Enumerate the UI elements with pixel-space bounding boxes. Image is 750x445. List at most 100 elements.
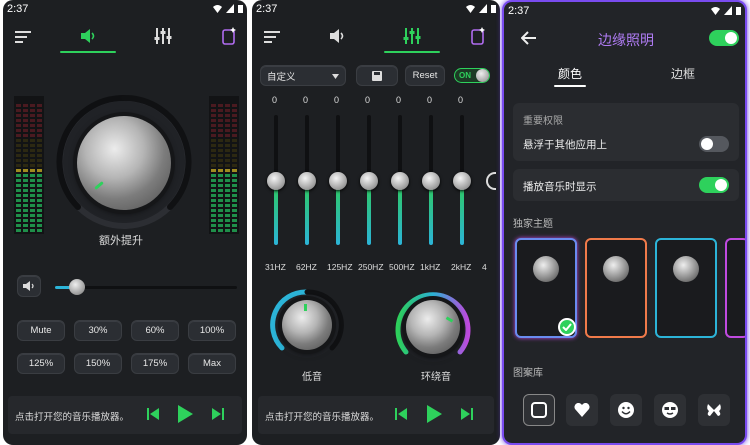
overlay-toggle[interactable] xyxy=(699,136,729,152)
preset-60-button[interactable]: 60% xyxy=(131,320,179,341)
back-arrow-icon[interactable] xyxy=(521,31,537,45)
bass-knob[interactable] xyxy=(282,300,332,350)
meter-cell xyxy=(232,159,237,162)
band-label-3: 250HZ xyxy=(358,262,384,272)
player-prompt: 点击打开您的音乐播放器。 xyxy=(15,412,130,423)
play-icon[interactable] xyxy=(426,405,442,423)
play-icon[interactable] xyxy=(177,405,193,423)
volume-tab-icon[interactable] xyxy=(80,28,98,44)
theme-card-1[interactable] xyxy=(515,238,577,338)
tab-border[interactable]: 边框 xyxy=(671,65,695,82)
player-bar[interactable]: 点击打开您的音乐播放器。 xyxy=(8,396,242,434)
band-slider-3[interactable] xyxy=(360,115,378,245)
signal-icon xyxy=(226,4,234,13)
toggle-knob xyxy=(725,32,737,44)
meter-column xyxy=(225,98,230,232)
previous-icon[interactable] xyxy=(147,408,159,420)
equalizer-power-toggle[interactable]: ON xyxy=(454,68,490,83)
meter-cell xyxy=(225,134,230,137)
theme-card-4[interactable] xyxy=(725,238,745,338)
meter-cell xyxy=(37,194,42,197)
band-slider-0[interactable] xyxy=(267,115,285,245)
preset-125-button[interactable]: 125% xyxy=(17,353,65,374)
band-slider-6[interactable] xyxy=(453,115,471,245)
theme-card-3[interactable] xyxy=(655,238,717,338)
preset-max-button[interactable]: Max xyxy=(188,353,236,374)
next-icon[interactable] xyxy=(212,408,224,420)
right-level-meter xyxy=(209,96,239,234)
pattern-sunglasses[interactable] xyxy=(654,394,686,426)
band-label-7: 4 xyxy=(482,262,487,272)
meter-cell xyxy=(218,209,223,212)
equalizer-tab-icon[interactable] xyxy=(403,28,421,44)
band-thumb[interactable] xyxy=(391,172,409,190)
meter-cell xyxy=(232,164,237,167)
pattern-heart[interactable] xyxy=(566,394,598,426)
preset-150-button[interactable]: 150% xyxy=(74,353,122,374)
surround-knob[interactable] xyxy=(406,300,460,354)
meter-column xyxy=(232,98,237,232)
menu-icon[interactable] xyxy=(15,30,31,44)
status-time: 2:37 xyxy=(508,5,530,17)
preset-mute-button[interactable]: Mute xyxy=(17,320,65,341)
overlay-label: 悬浮于其他应用上 xyxy=(523,139,607,151)
previous-icon[interactable] xyxy=(395,408,407,420)
pattern-butterfly[interactable] xyxy=(698,394,730,426)
meter-cell xyxy=(37,199,42,202)
preset-select[interactable]: 自定义 xyxy=(260,65,346,86)
band-thumb[interactable] xyxy=(422,172,440,190)
preset-100-button[interactable]: 100% xyxy=(188,320,236,341)
band-slider-4[interactable] xyxy=(391,115,409,245)
meter-cell xyxy=(37,224,42,227)
edge-lighting-master-toggle[interactable] xyxy=(709,30,739,46)
edge-lighting-icon[interactable] xyxy=(470,27,486,45)
band-slider-2[interactable] xyxy=(329,115,347,245)
band-thumb[interactable] xyxy=(298,172,316,190)
meter-cell xyxy=(218,149,223,152)
meter-cell xyxy=(37,164,42,167)
meter-cell xyxy=(16,204,21,207)
meter-cell xyxy=(211,124,216,127)
meter-cell xyxy=(218,129,223,132)
show-playing-toggle[interactable] xyxy=(699,177,729,193)
meter-cell xyxy=(218,179,223,182)
boost-knob[interactable] xyxy=(77,116,171,210)
meter-cell xyxy=(23,184,28,187)
edge-lighting-icon[interactable] xyxy=(221,27,237,45)
save-preset-button[interactable] xyxy=(356,65,398,86)
meter-cell xyxy=(23,199,28,202)
band-slider-partial[interactable] xyxy=(486,172,496,190)
pattern-square[interactable] xyxy=(523,394,555,426)
band-slider-5[interactable] xyxy=(422,115,440,245)
volume-tab-icon[interactable] xyxy=(329,28,347,44)
reset-button[interactable]: Reset xyxy=(405,65,445,86)
next-icon[interactable] xyxy=(461,408,473,420)
band-thumb[interactable] xyxy=(453,172,471,190)
tab-color[interactable]: 颜色 xyxy=(558,65,582,82)
mute-toggle-button[interactable] xyxy=(17,275,41,297)
meter-cell xyxy=(211,159,216,162)
volume-slider-thumb[interactable] xyxy=(69,279,85,295)
meter-cell xyxy=(23,224,28,227)
battery-icon xyxy=(238,5,243,13)
active-tab-indicator xyxy=(384,51,440,53)
band-thumb[interactable] xyxy=(267,172,285,190)
meter-cell xyxy=(232,134,237,137)
meter-cell xyxy=(37,149,42,152)
meter-cell xyxy=(225,119,230,122)
meter-cell xyxy=(232,199,237,202)
band-thumb[interactable] xyxy=(329,172,347,190)
pattern-smiley[interactable] xyxy=(610,394,642,426)
band-slider-1[interactable] xyxy=(298,115,316,245)
band-thumb[interactable] xyxy=(360,172,378,190)
menu-icon[interactable] xyxy=(264,30,280,44)
preset-175-button[interactable]: 175% xyxy=(131,353,179,374)
player-bar[interactable]: 点击打开您的音乐播放器。 xyxy=(258,396,494,434)
equalizer-tab-icon[interactable] xyxy=(154,28,172,44)
meter-cell xyxy=(16,189,21,192)
status-icons xyxy=(466,4,496,13)
preset-30-button[interactable]: 30% xyxy=(74,320,122,341)
theme-card-2[interactable] xyxy=(585,238,647,338)
meter-cell xyxy=(218,229,223,232)
meter-cell xyxy=(218,164,223,167)
